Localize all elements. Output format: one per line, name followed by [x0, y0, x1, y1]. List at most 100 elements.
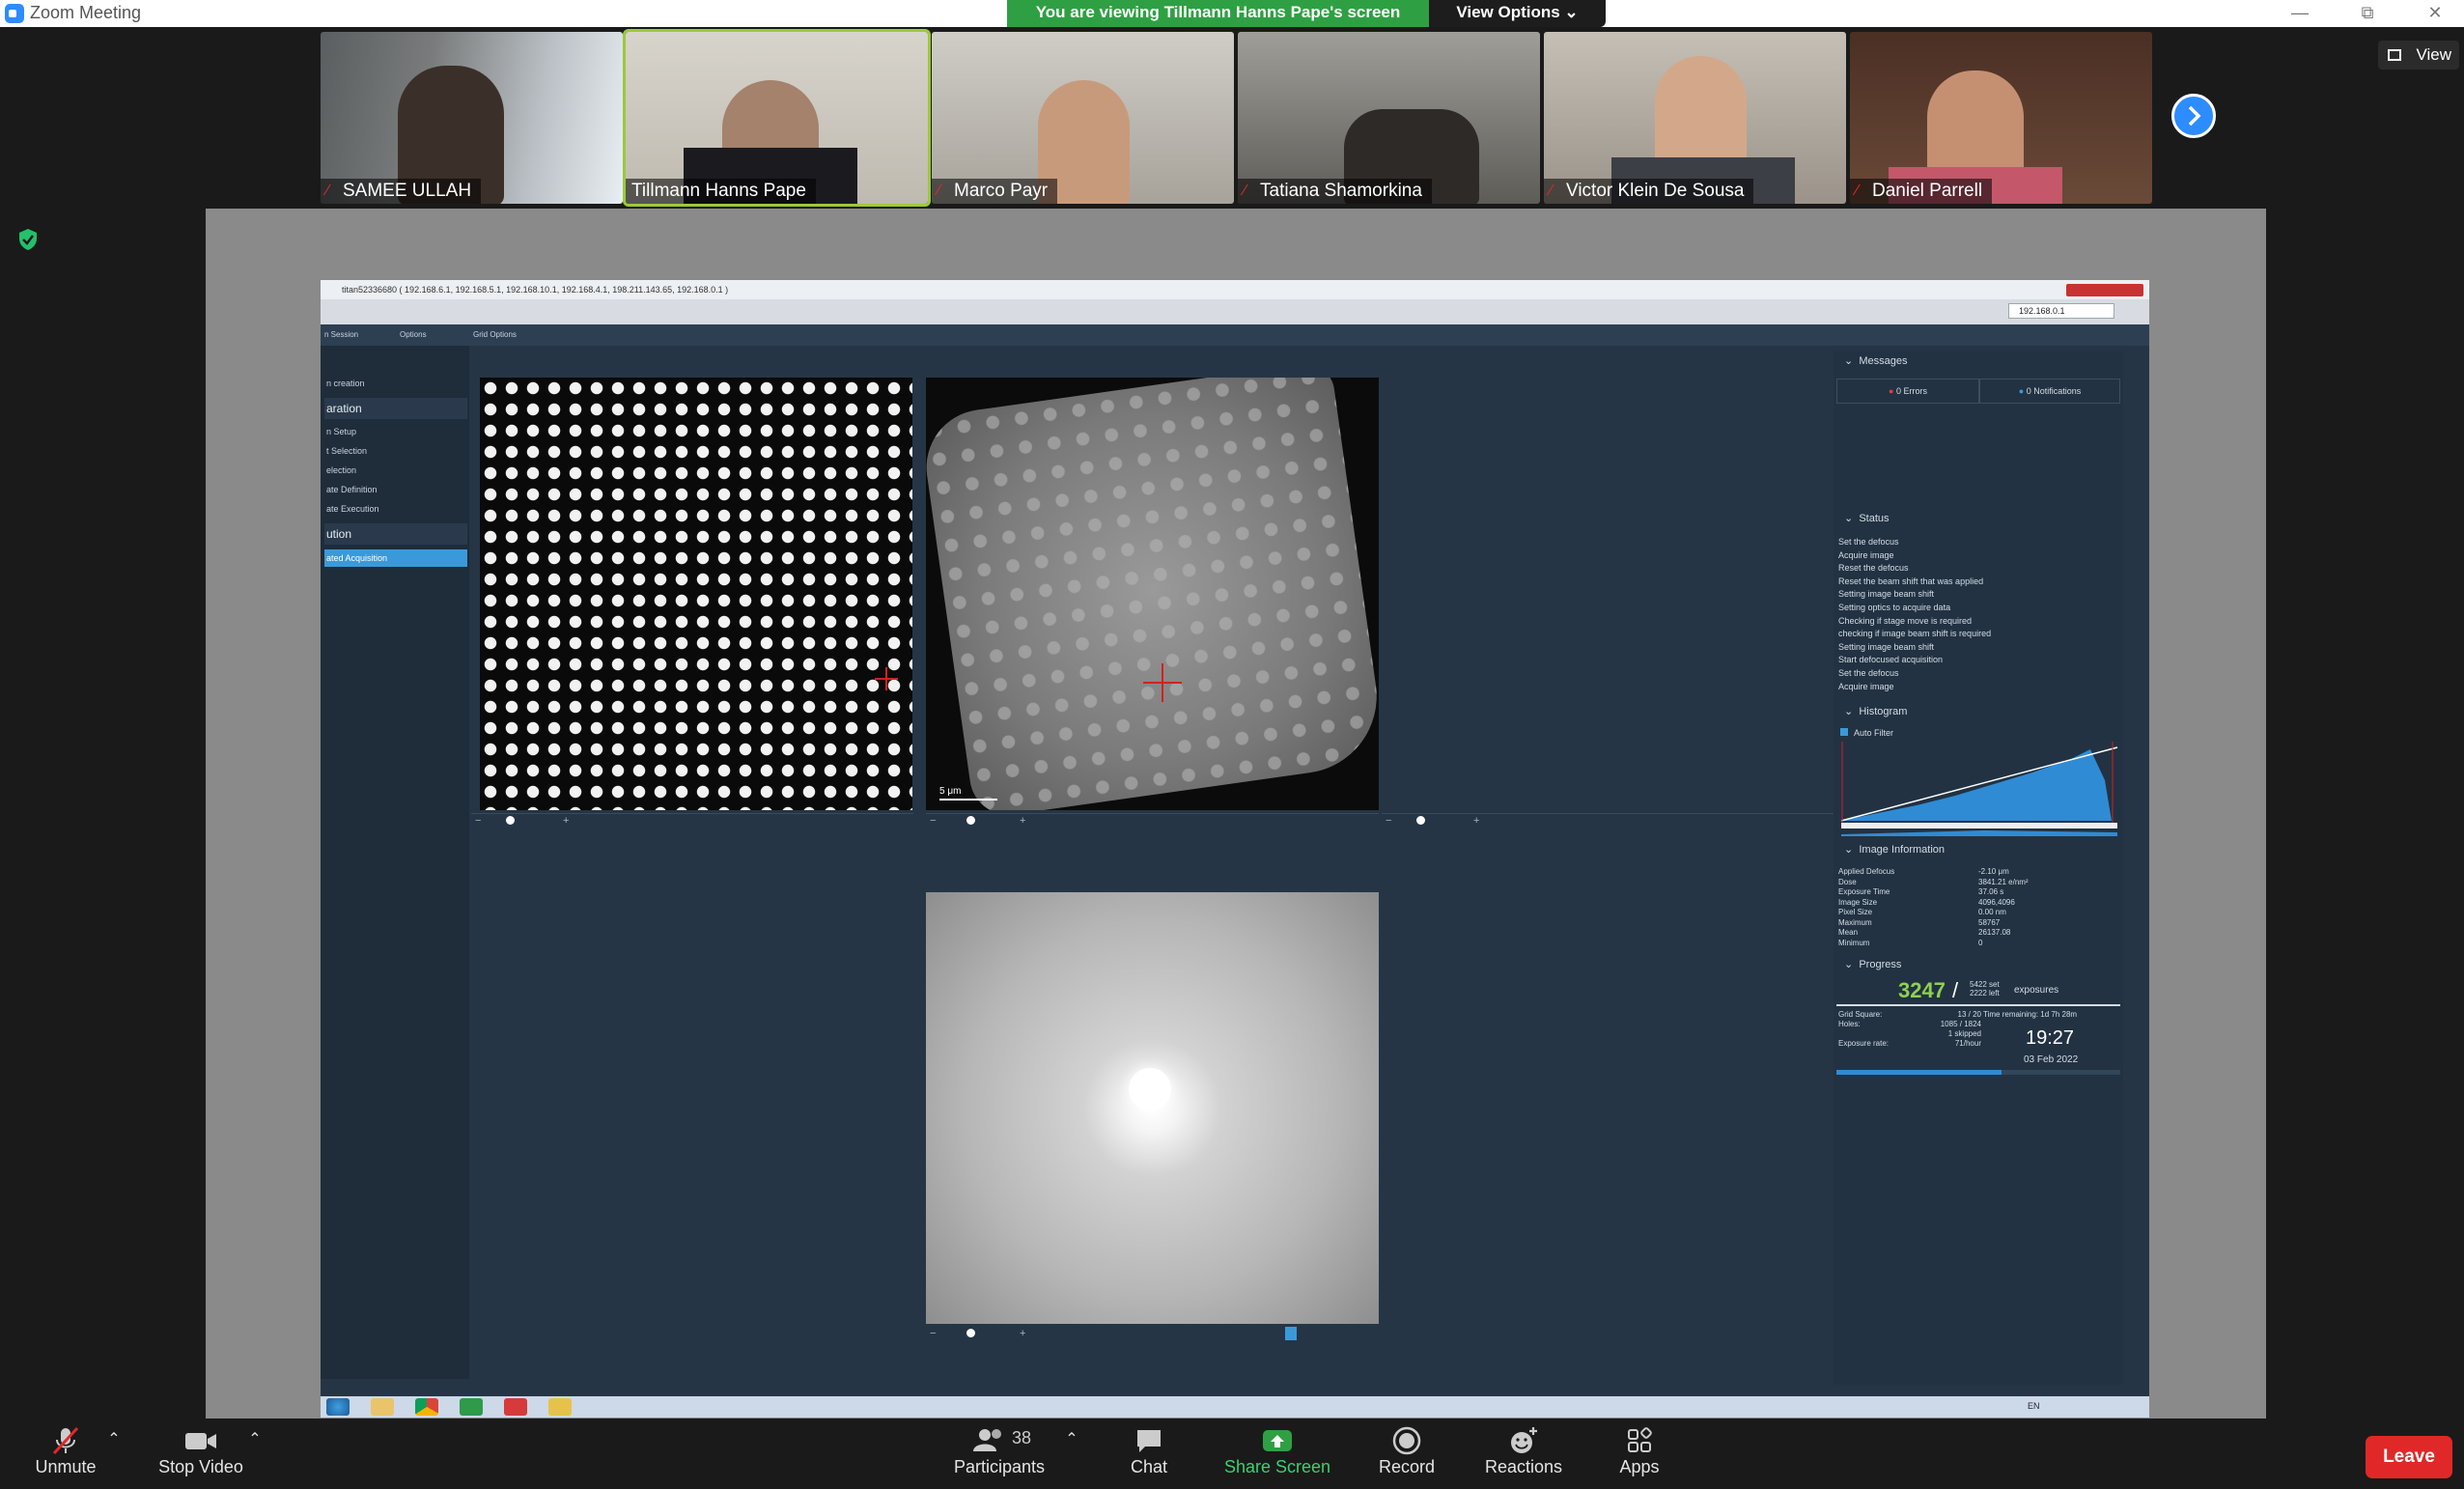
app-icon [548, 1398, 572, 1416]
stop-video-button[interactable]: Stop Video [153, 1424, 249, 1477]
checkbox-icon [1840, 728, 1848, 736]
chat-bubble-icon [1120, 1424, 1178, 1457]
error-dot-icon: ● [1889, 386, 1894, 396]
status-log: Set the defocus Acquire image Reset the de… [1838, 537, 1992, 691]
exposure-count: 3247 [1898, 978, 1946, 1002]
ip-field: 192.168.0.1 [2008, 303, 2114, 319]
chevron-right-icon [2188, 105, 2201, 126]
view-options-button[interactable]: View Options ⌄ [1429, 0, 1606, 27]
participant-name-label: Tillmann Hanns Pape [626, 179, 816, 204]
minimize-icon[interactable]: — [2271, 0, 2329, 27]
next-page-button[interactable] [2171, 94, 2216, 138]
video-tile[interactable]: ⁄ Marco Payr [932, 32, 1234, 204]
sidebar-item: t Selection [326, 446, 368, 456]
view-button[interactable]: View [2378, 41, 2459, 70]
progress-totals: 5422 set 2222 left [1970, 980, 2000, 997]
muted-mic-icon: ⁄ [938, 183, 940, 199]
video-tile[interactable]: ⁄ Tatiana Shamorkina [1238, 32, 1540, 204]
zoom-out-icon: − [930, 1328, 937, 1339]
leave-button[interactable]: Leave [2366, 1436, 2452, 1478]
exposures-label: exposures [2014, 985, 2059, 996]
zoom-slider-handle [506, 816, 515, 825]
window-title: Zoom Meeting [30, 3, 142, 22]
zoom-out-icon: − [475, 815, 482, 827]
grid-view-icon [2388, 49, 2401, 61]
svg-text:38: 38 [1012, 1428, 1031, 1447]
scale-bar [939, 799, 997, 801]
video-tile-active-speaker[interactable]: Tillmann Hanns Pape [623, 29, 931, 207]
start-icon [326, 1398, 350, 1416]
smiley-plus-icon [1477, 1424, 1570, 1457]
scale-bar-label: 5 μm [939, 786, 962, 797]
muted-mic-icon [21, 1424, 110, 1457]
zoom-in-icon: + [563, 815, 570, 827]
atlas-image-panel [480, 378, 912, 810]
shared-tabs: n Session Options Grid Options [321, 324, 2149, 346]
crosshair-icon [1143, 682, 1182, 684]
share-screen-button[interactable]: Share Screen [1217, 1424, 1338, 1477]
sidebar-item-selected: ated Acquisition [324, 549, 467, 567]
status-header: ⌄ Status [1844, 513, 1890, 524]
apps-button[interactable]: Apps [1610, 1424, 1669, 1477]
panel-zoom-controls[interactable]: − + [926, 1327, 1379, 1342]
close-icon[interactable]: ✕ [2406, 0, 2464, 27]
participant-name-label: ⁄ Victor Klein De Sousa [1544, 179, 1754, 204]
hole-pattern [926, 378, 1379, 810]
app-icon [504, 1398, 527, 1416]
progress-slash: / [1952, 978, 1959, 1002]
reactions-button[interactable]: Reactions [1477, 1424, 1570, 1477]
muted-mic-icon: ⁄ [326, 183, 329, 199]
crosshair-icon [875, 678, 898, 680]
time-remaining: Time remaining: 1d 7h 28m [1983, 1010, 2078, 1019]
unmute-button[interactable]: Unmute [21, 1424, 110, 1477]
panel-zoom-controls[interactable]: − + [471, 813, 913, 829]
chat-button[interactable]: Chat [1120, 1424, 1178, 1477]
exposure-image-panel [926, 892, 1379, 1324]
zoom-in-icon: + [1473, 815, 1480, 827]
chevron-up-icon[interactable]: ⌃ [245, 1429, 265, 1448]
chevron-up-icon[interactable]: ⌃ [1062, 1429, 1081, 1448]
image-information-table: Applied Defocus -2.10 μm Dose 3841.21 e/nm… [1838, 867, 2029, 947]
participant-name-label: ⁄ Tatiana Shamorkina [1238, 179, 1432, 204]
share-screen-icon [1217, 1424, 1338, 1457]
beam-spot [1129, 1068, 1171, 1110]
video-tile[interactable]: ⁄ SAMEE ULLAH [321, 32, 623, 204]
info-dot-icon: ● [2018, 386, 2025, 396]
participants-button[interactable]: 38 Participants [946, 1424, 1052, 1477]
shared-window-controls [2066, 284, 2143, 296]
histogram-header: ⌄ Histogram [1844, 706, 1908, 717]
sidebar-item: ate Definition [326, 485, 378, 494]
histogram-chart [1840, 742, 2118, 836]
apps-grid-icon [1610, 1424, 1669, 1457]
video-tile[interactable]: ⁄ Daniel Parrell [1850, 32, 2152, 204]
shared-taskbar [321, 1396, 2149, 1418]
panel-zoom-controls[interactable]: − + [1382, 813, 1835, 829]
participant-name-label: ⁄ Daniel Parrell [1850, 179, 1993, 204]
muted-mic-icon: ⁄ [1856, 183, 1859, 199]
chevron-up-icon[interactable]: ⌃ [104, 1429, 124, 1448]
zoom-app-icon [5, 4, 24, 23]
video-tile[interactable]: ⁄ Victor Klein De Sousa [1544, 32, 1846, 204]
app-icon [460, 1398, 483, 1416]
muted-mic-icon: ⁄ [1550, 183, 1553, 199]
record-button[interactable]: Record [1373, 1424, 1441, 1477]
progress-bar [1836, 1070, 2120, 1075]
zoom-slider-handle [1416, 816, 1425, 825]
record-icon [1373, 1424, 1441, 1457]
auto-filter-checkbox: Auto Filter [1840, 728, 1893, 738]
participant-name-label: ⁄ Marco Payr [932, 179, 1058, 204]
zoom-slider-handle [966, 1329, 975, 1337]
zoom-in-icon: + [1020, 1328, 1026, 1339]
progress-details: Grid Square: 13 / 20 Holes: 1085 / 1824 1 … [1838, 1010, 1981, 1048]
messages-header: ⌄ Messages [1844, 355, 1908, 367]
muted-mic-icon: ⁄ [1244, 183, 1246, 199]
chrome-icon [415, 1398, 438, 1416]
panel-zoom-controls[interactable]: − + [926, 813, 1379, 829]
sidebar-header: ution [324, 523, 467, 545]
encryption-shield-icon[interactable] [17, 228, 39, 251]
shared-toolbar [321, 299, 2149, 324]
sidebar-item: ate Execution [326, 504, 379, 514]
notifications-indicator: ● 0 Notifications [1979, 379, 2120, 404]
finish-date: 03 Feb 2022 [2024, 1054, 2079, 1065]
restore-icon[interactable]: ⧉ [2338, 0, 2396, 27]
